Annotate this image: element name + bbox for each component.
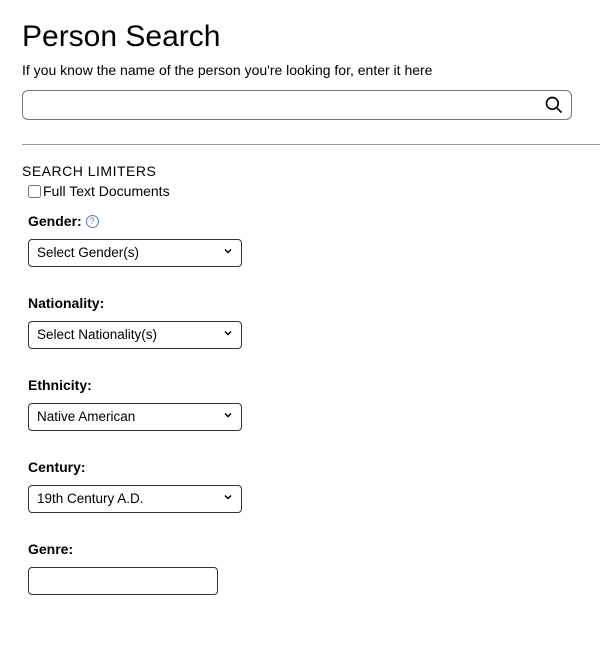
page-subtitle: If you know the name of the person you'r… [22, 62, 580, 78]
gender-select[interactable]: Select Gender(s) [28, 239, 242, 267]
fulltext-checkbox-row[interactable]: Full Text Documents [28, 183, 580, 199]
century-field: Century: 19th Century A.D. [28, 459, 580, 513]
help-icon[interactable]: ? [86, 215, 99, 228]
genre-label-row: Genre: [28, 541, 580, 557]
century-label-row: Century: [28, 459, 580, 475]
genre-field: Genre: [28, 541, 580, 595]
century-select[interactable]: 19th Century A.D. [28, 485, 242, 513]
fulltext-label: Full Text Documents [43, 183, 170, 199]
divider [22, 144, 600, 145]
nationality-label: Nationality: [28, 295, 104, 311]
gender-label: Gender: [28, 213, 82, 229]
gender-label-row: Gender: ? [28, 213, 580, 229]
search-box-container [22, 90, 572, 120]
ethnicity-label-row: Ethnicity: [28, 377, 580, 393]
ethnicity-label: Ethnicity: [28, 377, 92, 393]
search-input[interactable] [22, 90, 572, 120]
ethnicity-field: Ethnicity: Native American [28, 377, 580, 431]
gender-field: Gender: ? Select Gender(s) [28, 213, 580, 267]
nationality-select[interactable]: Select Nationality(s) [28, 321, 242, 349]
nationality-field: Nationality: Select Nationality(s) [28, 295, 580, 349]
page-title: Person Search [22, 20, 580, 54]
genre-input[interactable] [28, 567, 218, 595]
ethnicity-select[interactable]: Native American [28, 403, 242, 431]
fulltext-checkbox[interactable] [28, 185, 41, 198]
century-label: Century: [28, 459, 86, 475]
nationality-label-row: Nationality: [28, 295, 580, 311]
genre-label: Genre: [28, 541, 73, 557]
limiters-heading: SEARCH LIMITERS [22, 163, 580, 179]
